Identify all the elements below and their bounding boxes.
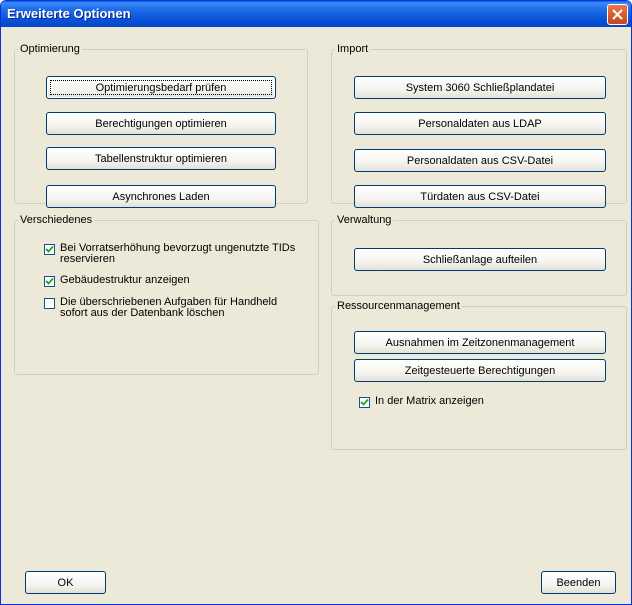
group-import-legend: Import	[337, 43, 369, 55]
close-button[interactable]	[607, 4, 628, 25]
system-3060-schliessplandatei-button[interactable]: System 3060 Schließplandatei	[354, 76, 606, 99]
checkbox-handheld-loeschen[interactable]: Die überschriebenen Aufgaben für Handhel…	[44, 297, 306, 319]
asynchrones-laden-button[interactable]: Asynchrones Laden	[46, 185, 276, 208]
personaldaten-csv-button[interactable]: Personaldaten aus CSV-Datei	[354, 149, 606, 172]
group-verschiedenes: Verschiedenes Bei Vorratserhöhung bevorz…	[14, 214, 319, 375]
window-title: Erweiterte Optionen	[7, 6, 131, 21]
checkbox-matrix-anzeigen-label: In der Matrix anzeigen	[375, 395, 484, 407]
checkbox-matrix-anzeigen[interactable]: In der Matrix anzeigen	[359, 396, 579, 408]
close-icon	[612, 9, 623, 20]
beenden-button[interactable]: Beenden	[541, 571, 616, 594]
group-verschiedenes-legend: Verschiedenes	[20, 214, 93, 226]
group-verwaltung: Verwaltung Schließanlage aufteilen	[331, 214, 627, 296]
checkbox-gebaeudestruktur-box[interactable]	[44, 276, 55, 287]
checkbox-handheld-loeschen-box[interactable]	[44, 298, 55, 309]
zeitgesteuerte-berechtigungen-button[interactable]: Zeitgesteuerte Berechtigungen	[354, 359, 606, 382]
group-optimierung: Optimierung Optimierungsbedarf prüfen Be…	[14, 43, 308, 208]
checkmark-icon	[45, 277, 54, 285]
optimierungsbedarf-pruefen-button[interactable]: Optimierungsbedarf prüfen	[46, 76, 276, 99]
checkbox-gebaeudestruktur[interactable]: Gebäudestruktur anzeigen	[44, 275, 306, 287]
dialog-window: Erweiterte Optionen Optimierung Optimier…	[0, 0, 632, 605]
schliessanlage-aufteilen-button[interactable]: Schließanlage aufteilen	[354, 248, 606, 271]
personaldaten-ldap-button[interactable]: Personaldaten aus LDAP	[354, 112, 606, 135]
berechtigungen-optimieren-button[interactable]: Berechtigungen optimieren	[46, 112, 276, 135]
checkmark-icon	[45, 245, 54, 253]
checkbox-matrix-anzeigen-box[interactable]	[359, 397, 370, 408]
ok-button[interactable]: OK	[25, 571, 106, 594]
checkmark-icon	[360, 398, 369, 406]
group-verwaltung-legend: Verwaltung	[337, 214, 392, 226]
dialog-client: Optimierung Optimierungsbedarf prüfen Be…	[4, 27, 628, 601]
group-ressourcenmanagement: Ressourcenmanagement Ausnahmen im Zeitzo…	[331, 300, 627, 450]
checkbox-gebaeudestruktur-label: Gebäudestruktur anzeigen	[60, 274, 190, 286]
checkbox-tids-reservieren-label: Bei Vorratserhöhung bevorzugt ungenutzte…	[60, 242, 296, 265]
group-optimierung-legend: Optimierung	[20, 43, 80, 55]
tabellenstruktur-optimieren-button[interactable]: Tabellenstruktur optimieren	[46, 147, 276, 170]
title-bar: Erweiterte Optionen	[1, 1, 631, 27]
ausnahmen-zeitzonenmanagement-button[interactable]: Ausnahmen im Zeitzonenmanagement	[354, 331, 606, 354]
tuerdaten-csv-button[interactable]: Türdaten aus CSV-Datei	[354, 185, 606, 208]
group-import: Import System 3060 Schließplandatei Pers…	[331, 43, 627, 208]
checkbox-tids-reservieren[interactable]: Bei Vorratserhöhung bevorzugt ungenutzte…	[44, 243, 306, 265]
checkbox-handheld-loeschen-label: Die überschriebenen Aufgaben für Handhel…	[60, 296, 278, 319]
checkbox-tids-reservieren-box[interactable]	[44, 244, 55, 255]
group-ressourcenmanagement-legend: Ressourcenmanagement	[337, 300, 460, 312]
